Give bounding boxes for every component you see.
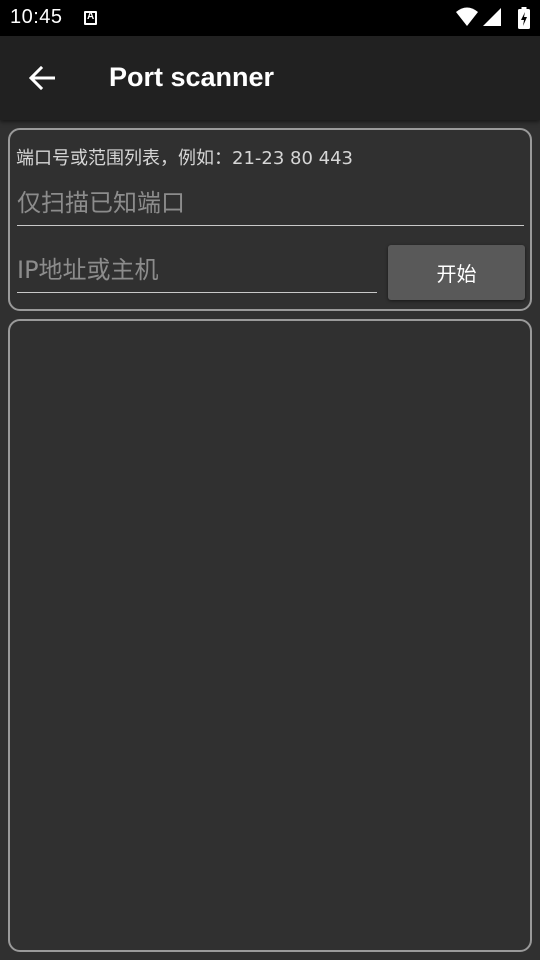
status-bar: 10:45 bbox=[0, 0, 540, 36]
back-button[interactable] bbox=[20, 56, 64, 100]
wifi-icon bbox=[456, 7, 478, 26]
page-title: Port scanner bbox=[109, 62, 275, 92]
host-input[interactable] bbox=[17, 247, 377, 292]
host-field[interactable] bbox=[17, 247, 377, 293]
arrow-left-icon bbox=[29, 66, 55, 90]
scan-form-card: 端口号或范围列表，例如：21-23 80 443 开始 bbox=[8, 128, 532, 311]
notification-a-icon bbox=[84, 11, 97, 25]
status-time: 10:45 bbox=[10, 6, 63, 28]
battery-charging-icon bbox=[518, 7, 530, 29]
ports-field[interactable] bbox=[17, 180, 524, 226]
start-button[interactable]: 开始 bbox=[388, 245, 525, 300]
app-bar: Port scanner bbox=[0, 36, 540, 120]
cell-signal-icon bbox=[483, 8, 501, 26]
results-panel[interactable] bbox=[8, 319, 532, 952]
ports-input[interactable] bbox=[17, 180, 524, 225]
ports-hint-label: 端口号或范围列表，例如：21-23 80 443 bbox=[16, 148, 354, 169]
